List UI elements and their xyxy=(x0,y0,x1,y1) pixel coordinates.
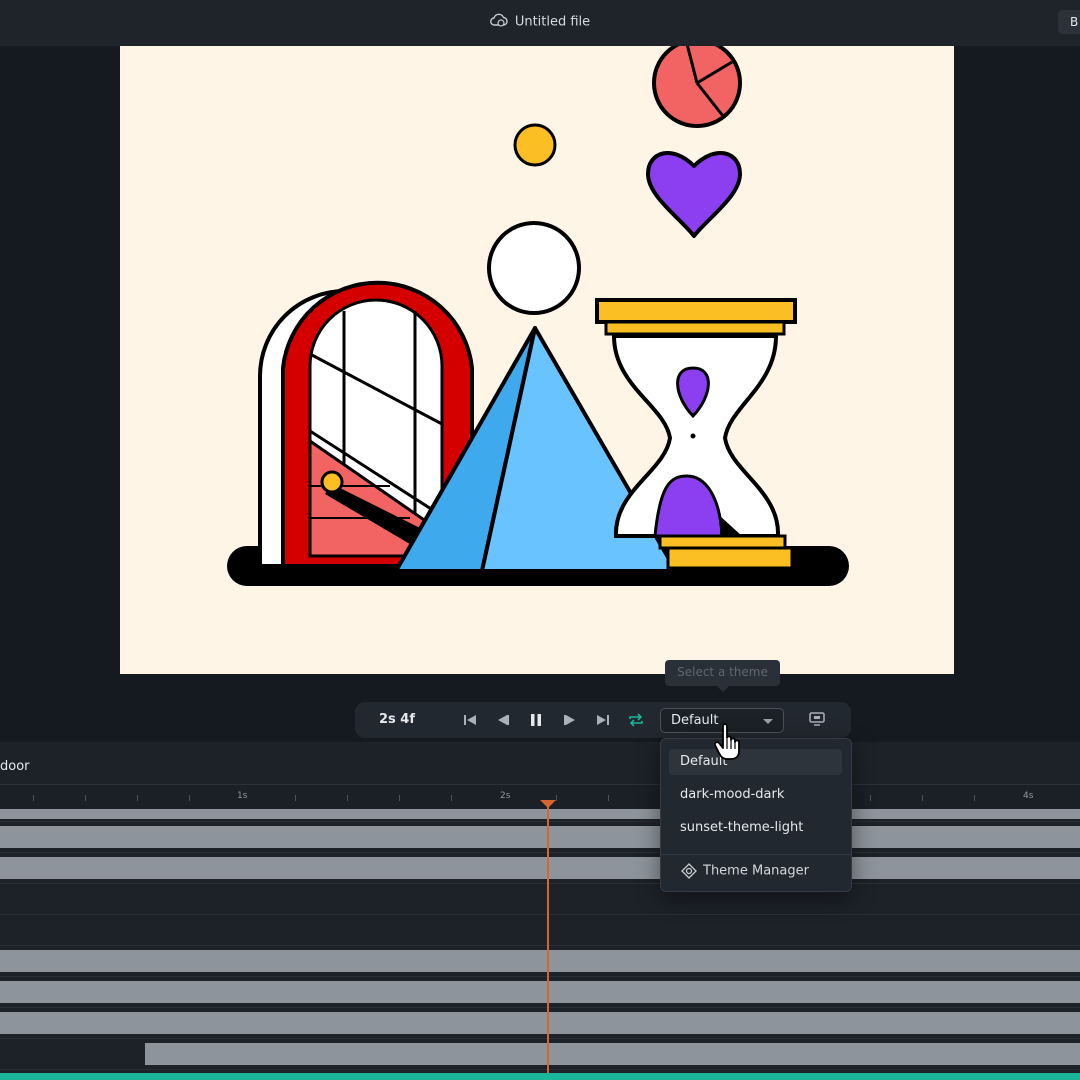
bottom-accent-strip xyxy=(0,1073,1080,1080)
track-bar[interactable] xyxy=(0,826,1080,848)
theme-manager-label: Theme Manager xyxy=(703,863,809,879)
ruler-tick xyxy=(33,795,34,801)
ruler-label-1s: 1s xyxy=(237,791,248,801)
theme-option-sunset-theme-light[interactable]: sunset-theme-light xyxy=(669,815,842,841)
ruler-tick xyxy=(85,795,86,801)
ruler-tick xyxy=(922,795,923,801)
stage-area xyxy=(0,46,1080,742)
chevron-down-icon xyxy=(763,719,773,724)
timeline-track[interactable] xyxy=(0,977,1080,1008)
timeline-track[interactable] xyxy=(0,946,1080,977)
menu-divider xyxy=(661,854,851,855)
ruler-tick xyxy=(608,795,609,801)
ruler-tick xyxy=(556,795,557,801)
track-bar[interactable] xyxy=(0,981,1080,1003)
preview-monitor-icon[interactable] xyxy=(808,711,826,731)
timeline-track[interactable] xyxy=(0,822,1080,853)
timeline-track[interactable] xyxy=(0,808,1080,822)
theme-dropdown-menu: Default dark-mood-dark sunset-theme-ligh… xyxy=(660,738,852,892)
ruler-label-4s: 4s xyxy=(1023,791,1034,801)
ruler-tick xyxy=(451,795,452,801)
layer-name: door xyxy=(0,759,30,774)
animation-canvas[interactable] xyxy=(120,46,954,674)
top-right-button[interactable]: B xyxy=(1058,10,1080,34)
ruler-tick xyxy=(189,795,190,801)
ruler-tick xyxy=(974,795,975,801)
track-bar[interactable] xyxy=(145,1043,1080,1065)
ruler-tick xyxy=(347,795,348,801)
track-bar[interactable] xyxy=(0,857,1080,879)
track-bar[interactable] xyxy=(0,809,1080,819)
playhead-handle[interactable] xyxy=(540,800,556,808)
hand-pointer-cursor-icon xyxy=(712,722,748,766)
title-bar: Untitled file B xyxy=(0,0,1080,46)
ruler-tick xyxy=(870,795,871,801)
theme-tooltip: Select a theme xyxy=(665,660,780,692)
illustration xyxy=(227,46,849,586)
cloud-sync-icon xyxy=(489,13,508,31)
timeline-panel: door 1s 2s 4s xyxy=(0,742,1080,1080)
track-bar[interactable] xyxy=(0,950,1080,972)
loop-icon[interactable] xyxy=(627,711,645,729)
ruler-tick xyxy=(137,795,138,801)
playhead-line[interactable] xyxy=(547,804,549,1080)
timeline-track[interactable] xyxy=(0,853,1080,884)
previous-frame-icon[interactable] xyxy=(494,711,512,729)
skip-to-end-icon[interactable] xyxy=(594,711,612,729)
timeline-track[interactable] xyxy=(0,1008,1080,1039)
skip-to-start-icon[interactable] xyxy=(461,711,479,729)
theme-option-default[interactable]: Default xyxy=(669,749,842,775)
pause-icon[interactable] xyxy=(527,711,545,729)
palette-icon xyxy=(681,863,697,879)
track-bar[interactable] xyxy=(0,1012,1080,1034)
current-time: 2s 4f xyxy=(379,712,416,727)
theme-manager-item[interactable]: Theme Manager xyxy=(681,863,809,879)
next-frame-icon[interactable] xyxy=(561,711,579,729)
timeline-track[interactable] xyxy=(0,884,1080,915)
ruler-tick xyxy=(399,795,400,801)
file-title: Untitled file xyxy=(0,13,1080,31)
theme-option-dark-mood-dark[interactable]: dark-mood-dark xyxy=(669,782,842,808)
playback-controls: 2s 4f Default xyxy=(355,702,851,738)
ruler-tick xyxy=(295,795,296,801)
timeline-track[interactable] xyxy=(0,1039,1080,1070)
ruler-label-2s: 2s xyxy=(500,791,511,801)
timeline-track[interactable] xyxy=(0,915,1080,946)
file-title-text: Untitled file xyxy=(514,14,591,30)
